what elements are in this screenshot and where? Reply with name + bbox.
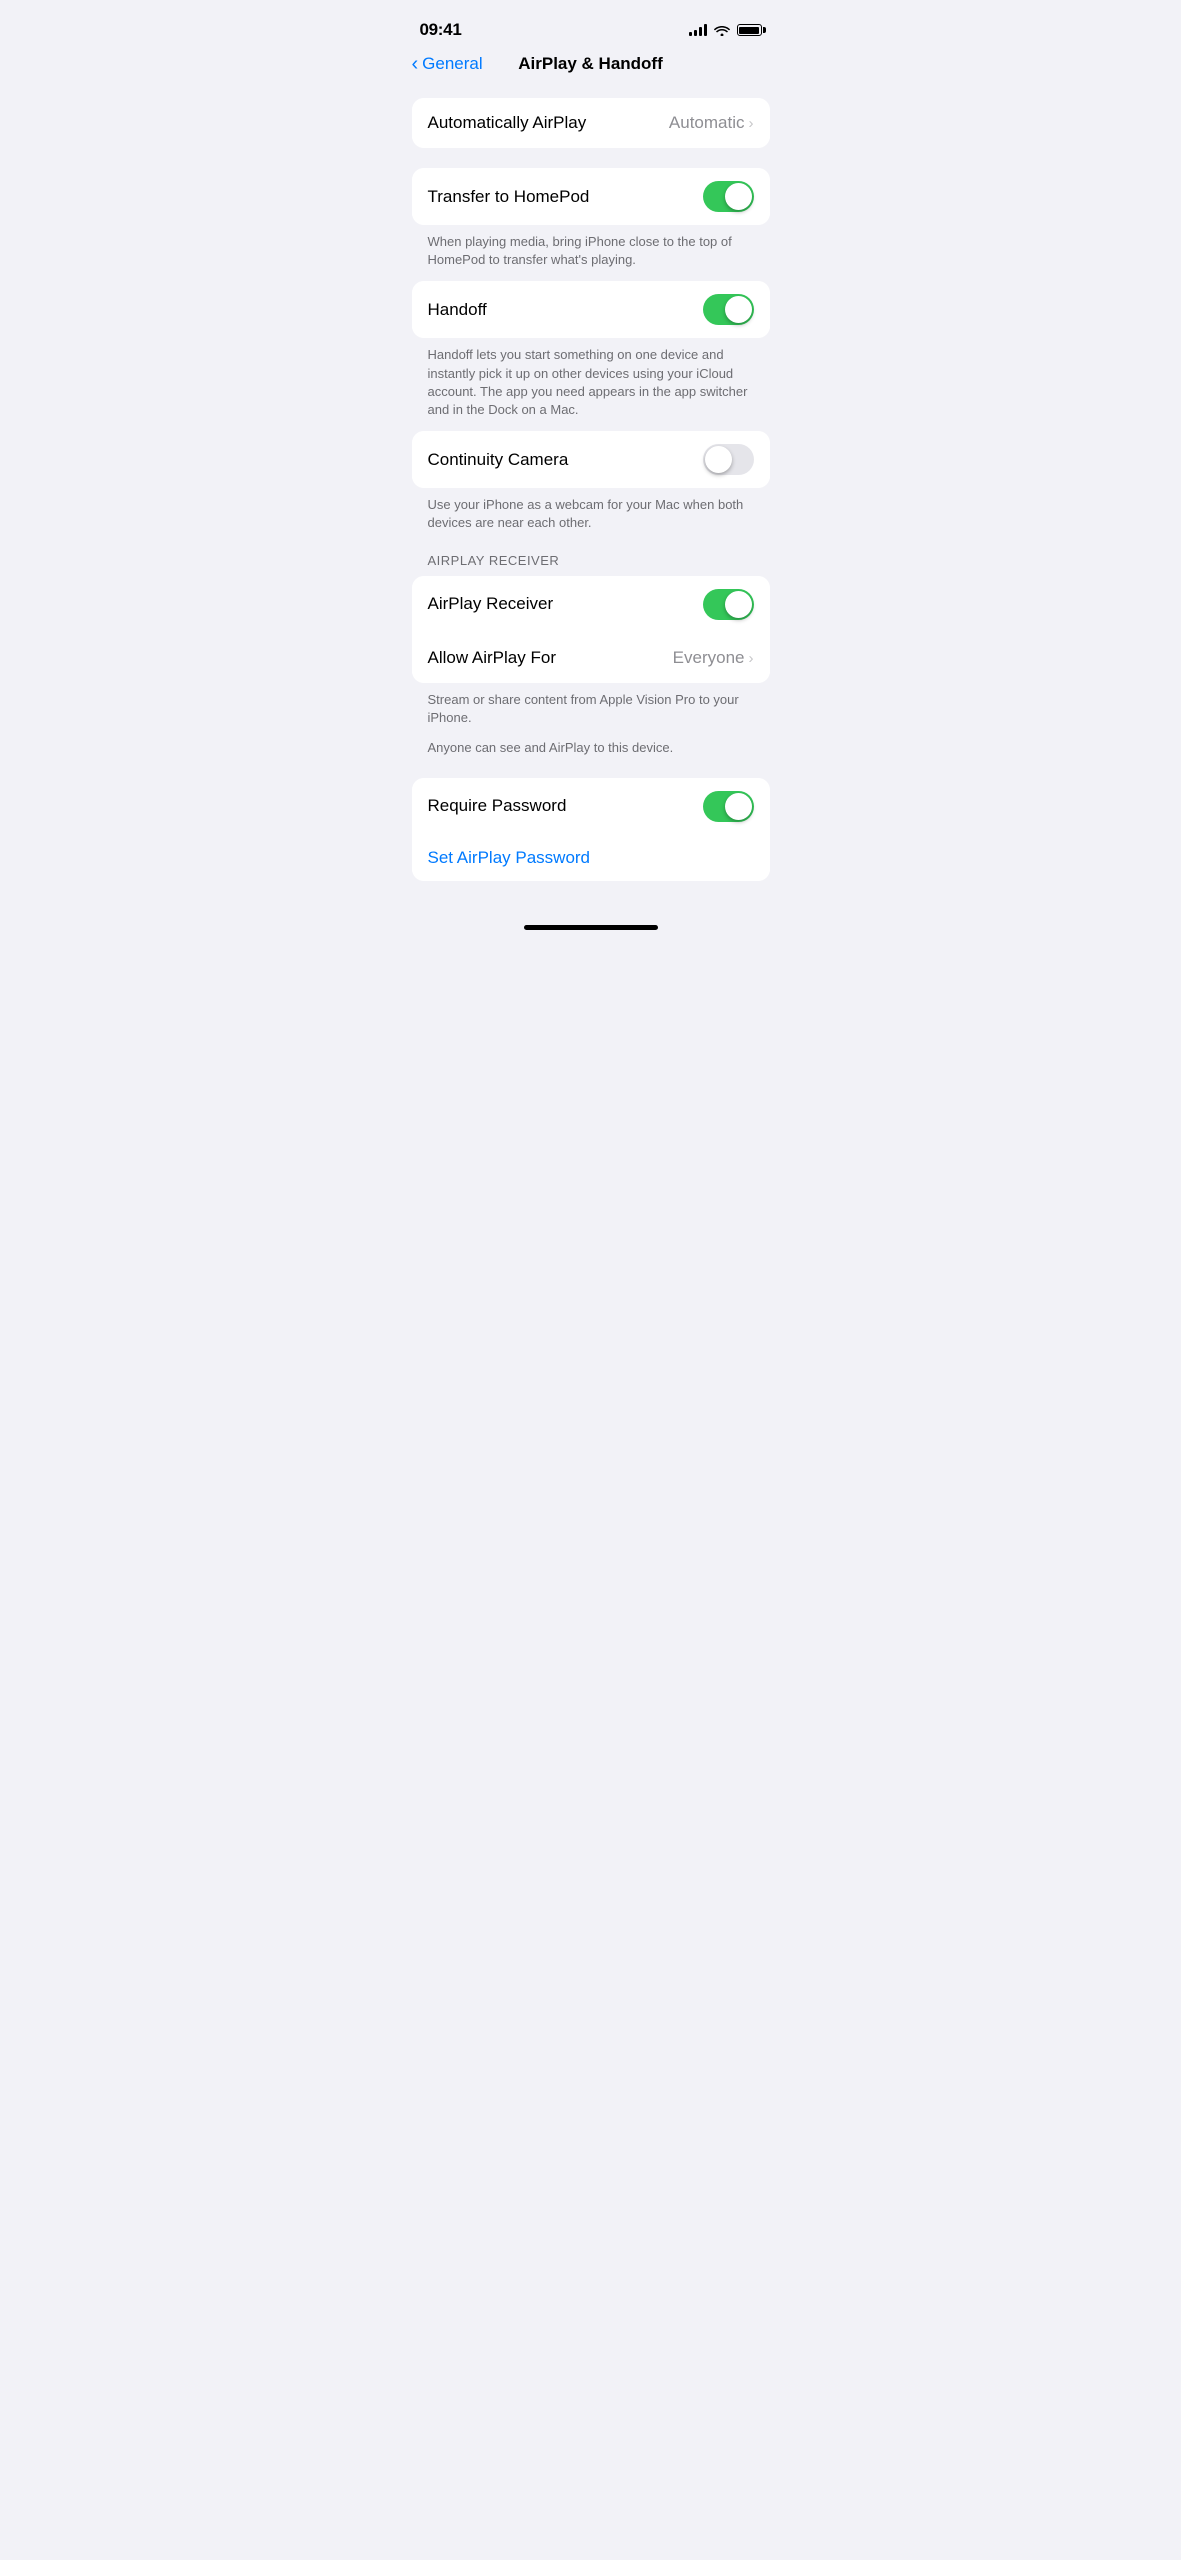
- automatically-airplay-value-group: Automatic ›: [669, 113, 754, 133]
- set-airplay-password-label: Set AirPlay Password: [428, 848, 591, 867]
- airplay-receiver-desc2: Anyone can see and AirPlay to this devic…: [412, 739, 770, 769]
- airplay-receiver-thumb: [725, 591, 752, 618]
- transfer-homepod-thumb: [725, 183, 752, 210]
- handoff-card: Handoff: [412, 281, 770, 338]
- back-label: General: [422, 54, 482, 74]
- status-time: 09:41: [420, 20, 462, 40]
- airplay-auto-chevron-icon: ›: [749, 115, 754, 132]
- transfer-homepod-card: Transfer to HomePod: [412, 168, 770, 225]
- settings-content: Automatically AirPlay Automatic › Transf…: [396, 90, 786, 889]
- require-password-row[interactable]: Require Password: [412, 778, 770, 835]
- allow-airplay-for-row[interactable]: Allow AirPlay For Everyone ›: [412, 633, 770, 683]
- transfer-homepod-label: Transfer to HomePod: [428, 187, 590, 207]
- handoff-label: Handoff: [428, 300, 487, 320]
- continuity-camera-thumb: [705, 446, 732, 473]
- allow-airplay-for-chevron-icon: ›: [749, 650, 754, 667]
- airplay-receiver-card: AirPlay Receiver Allow AirPlay For Every…: [412, 576, 770, 684]
- back-chevron-icon: ‹: [412, 54, 419, 74]
- status-bar: 09:41: [396, 0, 786, 54]
- allow-airplay-for-value: Everyone: [673, 648, 745, 668]
- handoff-toggle[interactable]: [703, 294, 754, 325]
- set-airplay-password-row[interactable]: Set AirPlay Password: [412, 835, 770, 881]
- continuity-camera-label: Continuity Camera: [428, 450, 569, 470]
- continuity-camera-toggle[interactable]: [703, 444, 754, 475]
- back-button[interactable]: ‹ General: [412, 54, 483, 74]
- status-icons: [689, 24, 762, 36]
- home-indicator: [396, 909, 786, 938]
- transfer-homepod-description: When playing media, bring iPhone close t…: [412, 225, 770, 281]
- handoff-row[interactable]: Handoff: [412, 281, 770, 338]
- airplay-receiver-label: AirPlay Receiver: [428, 594, 554, 614]
- automatically-airplay-value: Automatic: [669, 113, 745, 133]
- nav-bar: ‹ General AirPlay & Handoff: [396, 54, 786, 90]
- require-password-label: Require Password: [428, 796, 567, 816]
- transfer-homepod-toggle[interactable]: [703, 181, 754, 212]
- automatically-airplay-card: Automatically AirPlay Automatic ›: [412, 98, 770, 148]
- signal-icon: [689, 24, 707, 36]
- allow-airplay-for-label: Allow AirPlay For: [428, 648, 556, 668]
- airplay-receiver-row[interactable]: AirPlay Receiver: [412, 576, 770, 633]
- password-card: Require Password Set AirPlay Password: [412, 778, 770, 882]
- continuity-camera-card: Continuity Camera: [412, 431, 770, 488]
- battery-icon: [737, 24, 762, 36]
- continuity-camera-description: Use your iPhone as a webcam for your Mac…: [412, 488, 770, 544]
- airplay-receiver-toggle[interactable]: [703, 589, 754, 620]
- handoff-description: Handoff lets you start something on one …: [412, 338, 770, 431]
- home-bar: [524, 925, 658, 930]
- require-password-thumb: [725, 793, 752, 820]
- continuity-camera-row[interactable]: Continuity Camera: [412, 431, 770, 488]
- automatically-airplay-label: Automatically AirPlay: [428, 113, 587, 133]
- wifi-icon: [714, 24, 730, 36]
- page-title: AirPlay & Handoff: [518, 54, 663, 74]
- require-password-toggle[interactable]: [703, 791, 754, 822]
- airplay-receiver-desc1: Stream or share content from Apple Visio…: [412, 683, 770, 739]
- handoff-thumb: [725, 296, 752, 323]
- transfer-homepod-row[interactable]: Transfer to HomePod: [412, 168, 770, 225]
- automatically-airplay-row[interactable]: Automatically AirPlay Automatic ›: [412, 98, 770, 148]
- allow-airplay-for-value-group: Everyone ›: [673, 648, 754, 668]
- airplay-receiver-section-header: AIRPLAY RECEIVER: [412, 553, 770, 576]
